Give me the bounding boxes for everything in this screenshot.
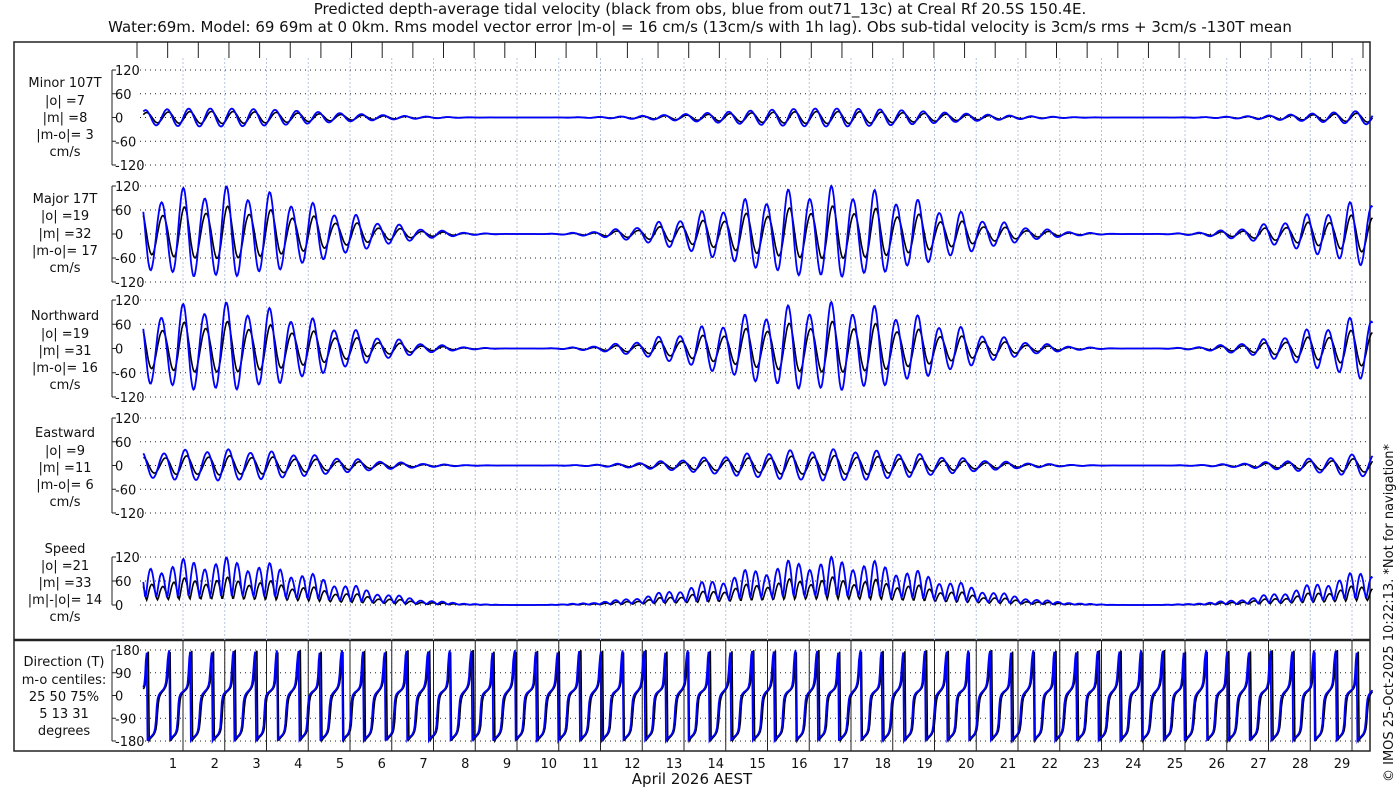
x-tick-label: 20 [958,757,975,772]
plot-frame [13,41,1371,752]
series-model-north [142,300,1374,392]
x-tick-label: 26 [1208,757,1225,772]
panel-stat-label: degrees [38,724,91,739]
panel-major: 120 60 0 -60 -120 Major 17T |o| =19 |m| =32 |m-o… [32,180,1374,291]
panel-east: 120 60 0 -60 -120 Eastward |o| =9 |m| =11 |m-o|=… [35,412,1374,522]
panel-speed: 120 60 0 Speed |o| =21 |m| =33 |m|-|o|= 14 cm/s [28,542,1374,625]
x-tick-label: 22 [1041,757,1058,772]
x-tick-label: 27 [1250,757,1267,772]
panel-stat-label: cm/s [50,495,81,510]
panel-stat-label: Major 17T [33,192,98,207]
panel-stat-label: Direction (T) [24,655,105,670]
y-tick-label: -60 [115,483,136,498]
y-tick-label: 0 [115,460,123,475]
y-tick-label: 120 [115,412,140,427]
x-tick-label: 25 [1167,757,1184,772]
x-tick-label: 29 [1334,757,1351,772]
series-model-direction [142,650,1374,745]
y-tick-label: 0 [115,690,123,705]
y-tick-label: -90 [115,712,136,727]
y-tick-label: -60 [115,135,136,150]
y-tick-label: 60 [115,318,132,333]
y-tick-label: 0 [115,599,123,614]
panel-stat-label: cm/s [50,261,81,276]
y-tick-label: 120 [115,64,140,79]
y-tick-label: -60 [115,252,136,267]
y-tick-label: 60 [115,204,132,219]
x-tick-label: 24 [1125,757,1142,772]
panel-stat-label: Minor 107T [28,76,101,91]
panel-stat-label: Eastward [35,426,95,441]
x-tick-label: 3 [252,757,260,772]
series-obs-major [142,205,1374,260]
y-tick-label: 120 [115,551,140,566]
x-tick-label: 8 [461,757,469,772]
panel-stat-label: |o| =21 [41,559,89,574]
panel-stat-label: cm/s [50,145,81,160]
x-tick-label: 21 [1000,757,1017,772]
y-tick-label: 60 [115,575,132,590]
panel-stat-label: 5 13 31 [39,707,89,722]
series-model-speed [142,555,1374,606]
x-tick-label: 19 [916,757,933,772]
y-tick-label: 90 [115,667,132,682]
y-tick-label: -120 [115,391,145,406]
series-model-major [142,184,1374,278]
x-tick-label: 28 [1292,757,1309,772]
y-tick-label: 120 [115,180,140,195]
y-tick-label: 0 [115,112,123,127]
panel-stat-label: cm/s [50,610,81,625]
x-axis-label: April 2026 AEST [632,770,753,788]
x-tick-label: 23 [1083,757,1100,772]
panel-stat-label: |m| =33 [39,576,92,591]
panel-stat-label: |m| =32 [39,227,92,242]
y-tick-label: 120 [115,294,140,309]
panel-stat-label: |o| =19 [41,209,89,224]
y-tick-label: -120 [115,507,145,522]
panel-stat-label: |m-o|= 6 [36,478,94,493]
x-tick-label: 7 [419,757,427,772]
y-tick-label: -120 [115,159,145,174]
x-tick-label: 11 [582,757,599,772]
y-tick-label: 60 [115,88,132,103]
panel-stat-label: 25 50 75% [29,690,99,705]
panel-north: 120 60 0 -60 -120 Northward |o| =19 |m| =31 |m-o… [31,294,1374,406]
y-tick-label: 0 [115,343,123,358]
y-tick-label: -120 [115,276,145,291]
x-tick-label: 9 [503,757,511,772]
panel-stat-label: |m-o|= 17 [32,244,98,259]
series-obs-north [142,320,1373,374]
panel-stat-label: |m-o|= 16 [32,361,98,376]
y-tick-label: 0 [115,228,123,243]
panel-stat-label: |o| =7 [45,94,85,109]
x-tick-label: 16 [791,757,808,772]
panel-stat-label: cm/s [50,378,81,393]
x-tick-label: 2 [211,757,219,772]
x-tick-label: 1 [169,757,177,772]
panel-stat-label: Northward [31,309,99,324]
y-tick-label: -60 [115,367,136,382]
x-tick-label: 5 [336,757,344,772]
panel-minor: 120 60 0 -60 -120 Minor 107T |o| =7 |m| =8 |m-o|… [28,64,1374,174]
x-tick-label: 6 [378,757,386,772]
y-tick-label: 180 [115,644,140,659]
panel-stat-label: |m| =31 [39,344,92,359]
x-tick-label: 10 [540,757,557,772]
panel-stat-label: |m|-|o|= 14 [28,593,102,608]
y-tick-label: -180 [115,735,145,750]
panel-stat-label: Speed [45,542,86,557]
panel-stat-label: |m-o|= 3 [36,128,94,143]
panel-stat-label: |o| =19 [41,327,89,342]
panel-stat-label: m-o centiles: [22,673,107,688]
panel-stat-label: |o| =9 [45,444,85,459]
copyright-note: © IMOS 25-Oct-2025 10:22:13. *Not for na… [1382,444,1397,782]
x-tick-label: 4 [294,757,302,772]
y-tick-label: 60 [115,436,132,451]
x-tick-label: 17 [833,757,850,772]
panel-stat-label: |m| =8 [43,111,88,126]
x-tick-label: 18 [874,757,891,772]
panel-stat-label: |m| =11 [39,461,92,476]
tidal-velocity-plot: 1 2 3 4 5 6 7 8 9 10 11 12 13 14 15 16 17 18 19 20 21 22 23 24 2… [13,41,1397,788]
